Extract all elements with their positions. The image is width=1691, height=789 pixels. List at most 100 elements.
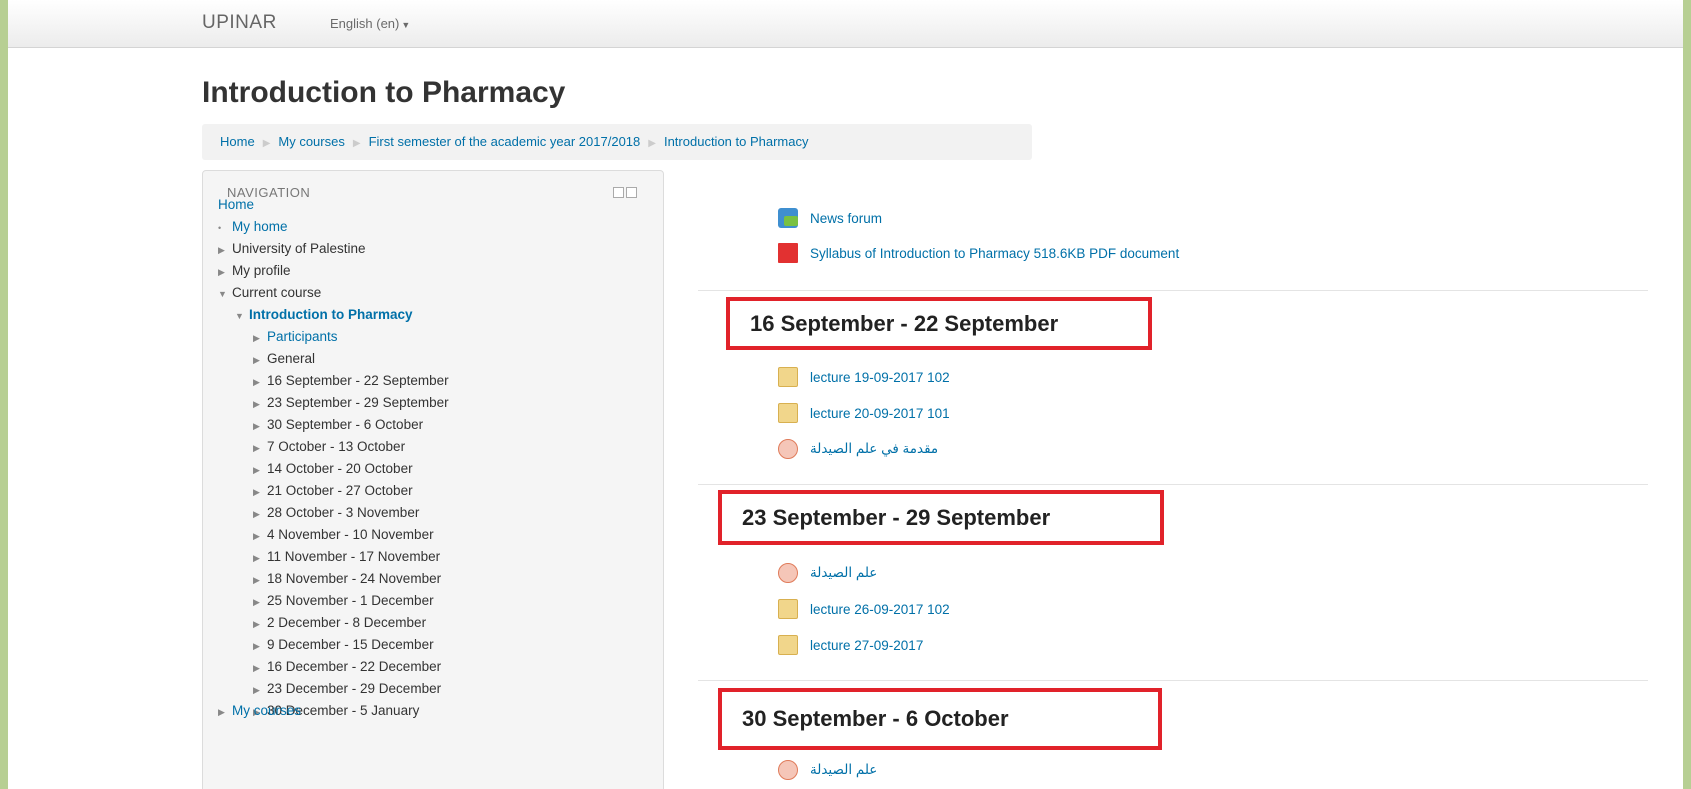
chevron-right-icon: ▶	[253, 663, 260, 673]
nav-week-label: 11 November - 17 November	[267, 549, 441, 564]
nav-week-label: 14 October - 20 October	[267, 461, 413, 476]
nav-week-label: 16 December - 22 December	[267, 659, 442, 674]
nav-week-item[interactable]: ▶ 14 October - 20 October	[253, 461, 413, 476]
nav-home-label: Home	[218, 197, 255, 212]
nav-week-item[interactable]: ▶ 9 December - 15 December	[253, 637, 434, 652]
resource-link[interactable]: lecture 20-09-2017 101	[778, 403, 950, 423]
breadcrumb-course[interactable]: Introduction to Pharmacy	[664, 134, 809, 149]
nav-course[interactable]: ▼ Introduction to Pharmacy	[235, 307, 413, 322]
breadcrumb-semester[interactable]: First semester of the academic year 2017…	[369, 134, 641, 149]
breadcrumb-my-courses[interactable]: My courses	[278, 134, 344, 149]
nav-week-item[interactable]: ▶ 23 December - 29 December	[253, 681, 441, 696]
resource-label: lecture 20-09-2017 101	[810, 405, 950, 421]
resource-link[interactable]: lecture 26-09-2017 102	[778, 599, 950, 619]
breadcrumb-separator-icon: ▶	[648, 138, 656, 149]
dock-icon[interactable]	[613, 187, 624, 198]
nav-week-label: 2 December - 8 December	[267, 615, 427, 630]
nav-week-label: 30 September - 6 October	[267, 417, 424, 432]
nav-my-courses-label: My courses	[232, 703, 302, 718]
chevron-right-icon: ▶	[253, 575, 260, 585]
collapse-icon[interactable]	[626, 187, 637, 198]
nav-week-item[interactable]: ▶ 25 November - 1 December	[253, 593, 434, 608]
nav-week-item[interactable]: ▶ 7 October - 13 October	[253, 439, 405, 454]
resource-link[interactable]: lecture 27-09-2017	[778, 635, 923, 655]
breadcrumb: Home ▶ My courses ▶ First semester of the ac…	[202, 124, 1032, 160]
chevron-right-icon: ▶	[253, 487, 260, 497]
nav-week-item[interactable]: ▶ 11 November - 17 November	[253, 549, 440, 564]
resource-link[interactable]: مقدمة في علم الصيدلة	[778, 439, 938, 459]
resource-label: علم الصيدلة	[810, 762, 878, 777]
nav-week-item[interactable]: ▶ 28 October - 3 November	[253, 505, 419, 520]
powerpoint-icon	[778, 635, 798, 655]
nav-general[interactable]: ▶ General	[253, 351, 315, 366]
section-title: 30 September - 6 October	[742, 706, 1009, 731]
nav-week-label: 21 October - 27 October	[267, 483, 413, 498]
nav-week-item[interactable]: ▶ 18 November - 24 November	[253, 571, 441, 586]
nav-week-label: 23 September - 29 September	[267, 395, 449, 410]
nav-home[interactable]: Home	[218, 197, 254, 212]
chevron-right-icon: ▶	[218, 245, 225, 255]
nav-week-item[interactable]: ▶ 23 September - 29 September	[253, 395, 449, 410]
pdf-icon	[778, 243, 798, 263]
nav-week-item[interactable]: ▶ 2 December - 8 December	[253, 615, 426, 630]
breadcrumb-separator-icon: ▶	[262, 138, 271, 149]
nav-my-courses[interactable]: ▶ My courses	[218, 703, 301, 718]
nav-week-label: 4 November - 10 November	[267, 527, 434, 542]
section-title-box: 16 September - 22 September	[726, 297, 1152, 350]
section-title-box: 23 September - 29 September	[718, 490, 1164, 545]
nav-participants-label: Participants	[267, 329, 338, 344]
nav-week-item[interactable]: ▶ 16 December - 22 December	[253, 659, 441, 674]
nav-participants[interactable]: ▶ Participants	[253, 329, 338, 344]
resource-label: lecture 26-09-2017 102	[810, 601, 950, 617]
chevron-right-icon: ▶	[253, 531, 260, 541]
resource-label: lecture 19-09-2017 102	[810, 369, 950, 385]
nav-week-label: 18 November - 24 November	[267, 571, 442, 586]
forum-icon	[778, 208, 798, 228]
powerpoint-icon	[778, 599, 798, 619]
nav-current-course[interactable]: ▼ Current course	[218, 285, 321, 300]
navigation-block: NAVIGATION Home • My home ▶ University of …	[202, 170, 664, 789]
moodle-page: UPINAR English (en) ▼ Introduction to Pha…	[8, 0, 1683, 789]
nav-week-label: 25 November - 1 December	[267, 593, 434, 608]
nav-week-item[interactable]: ▶ 4 November - 10 November	[253, 527, 434, 542]
image-icon	[778, 439, 798, 459]
nav-week-label: 9 December - 15 December	[267, 637, 434, 652]
nav-my-home[interactable]: • My home	[218, 219, 288, 234]
nav-week-label: 23 December - 29 December	[267, 681, 442, 696]
nav-my-profile[interactable]: ▶ My profile	[218, 263, 291, 278]
resource-link[interactable]: lecture 19-09-2017 102	[778, 367, 950, 387]
resource-label: lecture 27-09-2017	[810, 637, 924, 653]
breadcrumb-home[interactable]: Home	[220, 134, 255, 149]
block-controls	[611, 187, 637, 201]
resource-link[interactable]: علم الصيدلة	[778, 563, 877, 583]
nav-week-label: 7 October - 13 October	[267, 439, 406, 454]
language-menu[interactable]: English (en) ▼	[330, 16, 410, 31]
chevron-right-icon: ▶	[253, 465, 260, 475]
chevron-down-icon: ▼	[218, 289, 227, 299]
nav-general-label: General	[267, 351, 316, 366]
section-divider	[698, 290, 1648, 291]
nav-course-label: Introduction to Pharmacy	[249, 307, 413, 322]
page-title: Introduction to Pharmacy	[202, 76, 566, 109]
nav-my-home-label: My home	[232, 219, 288, 234]
nav-week-item[interactable]: ▶ 16 September - 22 September	[253, 373, 449, 388]
nav-university[interactable]: ▶ University of Palestine	[218, 241, 366, 256]
chevron-right-icon: ▶	[253, 641, 260, 651]
nav-week-label: 16 September - 22 September	[267, 373, 449, 388]
site-brand[interactable]: UPINAR	[202, 12, 277, 34]
chevron-right-icon: ▶	[253, 619, 260, 629]
chevron-right-icon: ▶	[253, 421, 260, 431]
section-divider	[698, 680, 1648, 681]
nav-week-item[interactable]: ▶ 21 October - 27 October	[253, 483, 413, 498]
news-forum-link[interactable]: News forum	[778, 208, 882, 228]
bullet-icon: •	[218, 223, 222, 233]
resource-link[interactable]: علم الصيدلة	[778, 760, 877, 780]
section-title: 16 September - 22 September	[750, 310, 1059, 336]
chevron-right-icon: ▶	[253, 685, 260, 695]
image-icon	[778, 760, 798, 780]
syllabus-link[interactable]: Syllabus of Introduction to Pharmacy 518…	[778, 243, 1179, 263]
image-icon	[778, 563, 798, 583]
chevron-right-icon: ▶	[218, 707, 225, 717]
nav-week-item[interactable]: ▶ 30 September - 6 October	[253, 417, 423, 432]
chevron-down-icon: ▼	[401, 20, 411, 30]
